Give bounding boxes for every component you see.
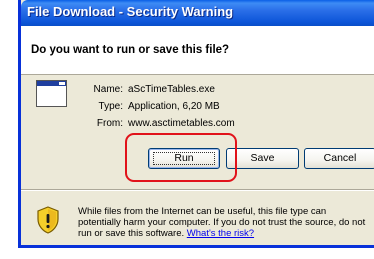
security-warning-text: While files from the Internet can be use… [78, 206, 374, 239]
cancel-button[interactable]: Cancel [304, 148, 374, 169]
save-button[interactable]: Save [226, 148, 299, 169]
type-value: Application, 6,20 MB [128, 101, 220, 112]
save-button-label: Save [250, 152, 275, 164]
warning-line-2: potentially harm your computer. If you d… [78, 217, 366, 228]
warning-line-1: While files from the Internet can be use… [78, 206, 327, 217]
cancel-button-label: Cancel [323, 152, 357, 164]
security-warning-dialog: File Download - Security Warning Do you … [18, 0, 374, 248]
title-bar[interactable]: File Download - Security Warning [21, 0, 374, 26]
divider [21, 189, 374, 191]
dialog-title: File Download - Security Warning [27, 4, 234, 19]
security-shield-icon [37, 206, 59, 234]
from-label: From: [96, 118, 123, 129]
warning-line-3: run or save this software. [78, 228, 185, 239]
whats-the-risk-link[interactable]: What's the risk? [187, 228, 254, 239]
name-value: aScTimeTables.exe [128, 84, 215, 95]
from-value: www.asctimetables.com [128, 118, 235, 129]
run-button[interactable]: Run [148, 148, 220, 169]
dialog-header: Do you want to run or save this file? [21, 26, 374, 75]
dialog-question: Do you want to run or save this file? [31, 44, 230, 56]
application-window-icon [36, 80, 67, 107]
name-label: Name: [93, 84, 123, 95]
run-button-label: Run [174, 152, 194, 164]
type-label: Type: [98, 101, 123, 112]
